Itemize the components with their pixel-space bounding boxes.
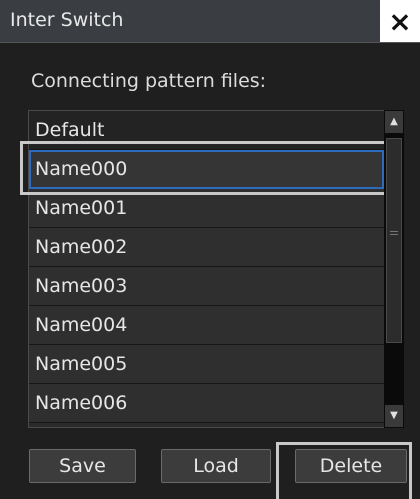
list-item[interactable]: Name001 (29, 189, 384, 228)
dialog-title: Inter Switch (10, 9, 124, 31)
list-scrollbar[interactable]: ▲ ▼ (384, 110, 404, 428)
list-item[interactable]: Name006 (29, 384, 384, 423)
close-icon[interactable]: × (380, 0, 420, 42)
save-button[interactable]: Save (29, 449, 136, 483)
list-item[interactable]: Name002 (29, 228, 384, 267)
pattern-file-list[interactable]: Default Name000 Name001 Name002 Name003 … (28, 110, 385, 428)
delete-button[interactable]: Delete (295, 449, 407, 483)
thumb-grip-icon (390, 234, 398, 235)
inter-switch-dialog: Inter Switch × Connecting pattern files:… (0, 0, 420, 499)
scroll-thumb[interactable] (386, 138, 402, 343)
list-item[interactable]: Name005 (29, 345, 384, 384)
thumb-grip-icon (390, 231, 398, 232)
list-item[interactable]: Name003 (29, 267, 384, 306)
list-item-selected[interactable]: Name000 (29, 150, 384, 189)
scroll-down-icon[interactable]: ▼ (385, 405, 403, 427)
list-item-default[interactable]: Default (29, 111, 384, 150)
load-button[interactable]: Load (161, 449, 271, 483)
title-bar: Inter Switch × (0, 0, 420, 43)
list-item[interactable]: Name004 (29, 306, 384, 345)
scroll-up-icon[interactable]: ▲ (385, 111, 403, 133)
section-label: Connecting pattern files: (31, 70, 267, 92)
